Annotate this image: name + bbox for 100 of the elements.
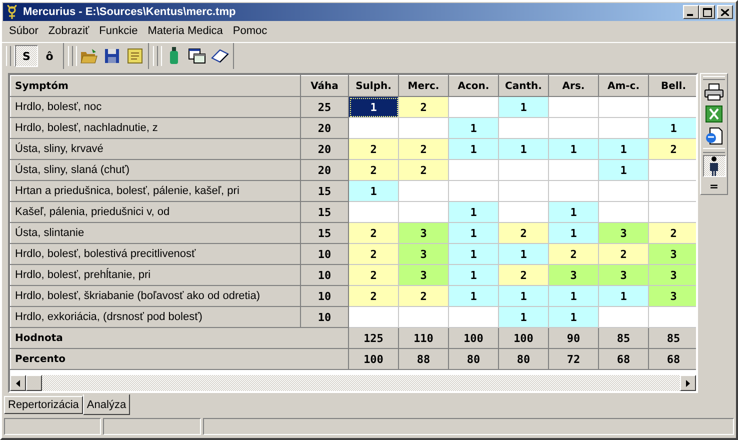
grade-cell[interactable]: 3	[398, 222, 448, 244]
maximize-button[interactable]	[699, 5, 715, 19]
grade-cell[interactable]: 2	[348, 222, 398, 244]
grade-cell[interactable]: 3	[598, 264, 648, 286]
grade-cell[interactable]	[448, 180, 498, 202]
grade-cell[interactable]	[598, 202, 648, 222]
grade-cell[interactable]: 1	[548, 306, 598, 328]
grade-cell[interactable]: 1	[448, 118, 498, 138]
grade-cell[interactable]: 1	[448, 286, 498, 306]
printer-icon[interactable]	[702, 82, 726, 102]
symptom-cell[interactable]: Kašeľ, pálenia, priedušnici v, od	[10, 202, 300, 222]
grade-cell[interactable]	[398, 180, 448, 202]
grade-cell[interactable]: 1	[648, 118, 696, 138]
grade-cell[interactable]	[648, 306, 696, 328]
symptom-cell[interactable]: Hrdlo, exkoriácia, (drsnosť pod bolesť)	[10, 306, 300, 328]
grade-cell[interactable]	[448, 96, 498, 118]
symptom-cell[interactable]: Hrdlo, bolesť, nachladnutie, z	[10, 118, 300, 138]
symptom-cell[interactable]: Ústa, slintanie	[10, 222, 300, 244]
grade-cell[interactable]: 2	[598, 244, 648, 264]
grade-cell[interactable]: 2	[348, 286, 398, 306]
person-icon[interactable]	[702, 154, 726, 176]
horizontal-scrollbar[interactable]	[10, 375, 696, 391]
grade-cell[interactable]: 1	[498, 138, 548, 160]
symptom-cell[interactable]: Hrdlo, bolesť, škriabanie (boľavosť ako od odretia)	[10, 286, 300, 306]
grade-cell[interactable]: 1	[498, 286, 548, 306]
symptom-cell[interactable]: Hrdlo, bolesť, prehĺtanie, pri	[10, 264, 300, 286]
column-header[interactable]: Canth.	[498, 76, 548, 96]
grade-cell[interactable]: 3	[648, 286, 696, 306]
grade-cell[interactable]: 2	[648, 138, 696, 160]
grade-cell[interactable]	[598, 180, 648, 202]
grade-cell[interactable]: 2	[348, 244, 398, 264]
grade-cell[interactable]: 1	[548, 138, 598, 160]
grade-cell[interactable]: 1	[448, 222, 498, 244]
grade-cell[interactable]	[598, 118, 648, 138]
grade-cell[interactable]	[548, 96, 598, 118]
menu-item[interactable]: Materia Medica	[142, 25, 228, 37]
grade-cell[interactable]	[548, 160, 598, 180]
grade-cell[interactable]: 2	[348, 138, 398, 160]
grade-cell[interactable]: 1	[448, 202, 498, 222]
symptom-cell[interactable]: Ústa, sliny, slaná (chuť)	[10, 160, 300, 180]
grade-cell[interactable]	[648, 96, 696, 118]
grade-cell[interactable]: 2	[398, 138, 448, 160]
symptom-cell[interactable]: Hrdlo, bolesť, bolestivá precitlivenosť	[10, 244, 300, 264]
grade-cell[interactable]	[548, 180, 598, 202]
grade-cell[interactable]: 1	[498, 244, 548, 264]
grade-cell[interactable]: 1	[498, 96, 548, 118]
grade-cell[interactable]: 2	[498, 264, 548, 286]
grade-cell[interactable]	[348, 202, 398, 222]
symptom-cell[interactable]: Ústa, sliny, krvavé	[10, 138, 300, 160]
grade-cell[interactable]	[498, 118, 548, 138]
grade-cell[interactable]	[348, 306, 398, 328]
column-header[interactable]: Am-c.	[598, 76, 648, 96]
grade-cell[interactable]: 2	[398, 286, 448, 306]
symptom-cell[interactable]: Hrdlo, bolesť, noc	[10, 96, 300, 118]
column-header[interactable]: Bell.	[648, 76, 696, 96]
menu-item[interactable]: Pomoc	[228, 25, 272, 37]
grade-cell[interactable]: 3	[548, 264, 598, 286]
grade-cell[interactable]: 2	[398, 96, 448, 118]
grade-cell[interactable]: 1	[348, 96, 398, 118]
toggle-button[interactable]: S	[15, 45, 38, 67]
grade-cell[interactable]: 1	[598, 286, 648, 306]
grade-cell[interactable]	[498, 202, 548, 222]
grade-cell[interactable]	[398, 202, 448, 222]
scroll-left-button[interactable]	[10, 375, 26, 391]
grade-cell[interactable]	[498, 180, 548, 202]
grade-cell[interactable]	[398, 306, 448, 328]
grade-cell[interactable]: 1	[598, 160, 648, 180]
symptom-cell[interactable]: Hrtan a priedušnica, bolesť, pálenie, kašeľ, pri	[10, 180, 300, 202]
toggle-button[interactable]: ô	[38, 45, 61, 67]
menu-item[interactable]: Funkcie	[94, 25, 143, 37]
minimize-button[interactable]	[683, 5, 699, 19]
grade-cell[interactable]: 3	[398, 244, 448, 264]
column-header[interactable]: Acon.	[448, 76, 498, 96]
grade-cell[interactable]	[448, 306, 498, 328]
spreadsheet-icon[interactable]	[702, 104, 726, 124]
column-header[interactable]: Ars.	[548, 76, 598, 96]
grade-cell[interactable]: 1	[348, 180, 398, 202]
grade-cell[interactable]: 1	[598, 138, 648, 160]
grade-cell[interactable]: 1	[448, 264, 498, 286]
menu-item[interactable]: Súbor	[4, 25, 44, 37]
close-button[interactable]	[717, 5, 733, 19]
grade-cell[interactable]	[648, 180, 696, 202]
grade-cell[interactable]: 2	[348, 264, 398, 286]
grade-cell[interactable]: 3	[398, 264, 448, 286]
grade-cell[interactable]: 3	[598, 222, 648, 244]
grade-cell[interactable]: 3	[648, 244, 696, 264]
grade-cell[interactable]: 2	[348, 160, 398, 180]
menu-item[interactable]: Zobraziť	[43, 25, 94, 37]
grade-cell[interactable]: 2	[498, 222, 548, 244]
grade-cell[interactable]: 1	[498, 306, 548, 328]
grade-cell[interactable]	[498, 160, 548, 180]
grade-cell[interactable]: 1	[548, 286, 598, 306]
tab[interactable]: Analýza	[82, 394, 130, 415]
grade-cell[interactable]	[648, 160, 696, 180]
tab[interactable]: Repertorizácia	[4, 396, 83, 414]
column-header[interactable]: Sulph.	[348, 76, 398, 96]
column-header[interactable]: Symptóm	[10, 76, 300, 96]
scroll-thumb[interactable]	[26, 375, 42, 391]
grade-cell[interactable]: 2	[548, 244, 598, 264]
equals-button[interactable]: =	[702, 178, 726, 194]
